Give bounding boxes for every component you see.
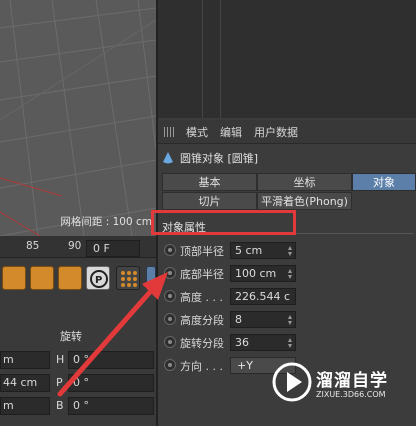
param-height-segments: 高度分段 8 [160, 309, 416, 331]
rotation-field[interactable]: 0 ° [68, 397, 154, 415]
tab-basic[interactable]: 基本 [162, 173, 257, 191]
timeline-tick: 90 [68, 240, 82, 252]
animate-radio-icon[interactable] [164, 359, 176, 371]
coord-row: 44 cm P 0 ° [0, 373, 156, 393]
menu-mode[interactable]: 模式 [186, 124, 208, 140]
cone-icon [163, 152, 173, 164]
grid-spacing-label: 网格间距 : 100 cm [60, 216, 152, 228]
parameter-key-icon[interactable]: P [86, 266, 110, 290]
rotation-segments-field[interactable]: 36 [230, 334, 296, 351]
svg-text:P: P [95, 275, 102, 286]
animate-radio-icon[interactable] [164, 267, 176, 279]
spinner-icon[interactable] [288, 246, 293, 256]
position-field[interactable]: 44 cm [0, 374, 50, 392]
param-label: 旋转分段 [180, 337, 224, 350]
highlight-box [151, 210, 296, 235]
param-label: 方向 . . . [180, 360, 223, 373]
watermark-subtext: ZIXUE.3D66.COM [316, 390, 386, 399]
rotation-section-label: 旋转 [60, 330, 82, 343]
rotation-field[interactable]: 0 ° [68, 374, 154, 392]
menu-edit[interactable]: 编辑 [220, 124, 242, 140]
coord-row: m H 0 ° [0, 350, 156, 370]
top-radius-field[interactable]: 5 cm [230, 242, 296, 259]
position-field[interactable]: m [0, 397, 50, 415]
height-field[interactable]: 226.544 c [230, 288, 296, 305]
bottom-radius-field[interactable]: 100 cm [230, 265, 296, 282]
watermark: 溜溜自学 ZIXUE.3D66.COM [272, 352, 412, 414]
watermark-logo-icon [272, 362, 312, 402]
param-label: 底部半径 [180, 268, 224, 281]
watermark-text: 溜溜自学 [316, 371, 388, 391]
layout-icon[interactable] [146, 266, 156, 290]
tab-object[interactable]: 对象 [352, 173, 416, 191]
axis-label: B [56, 399, 64, 412]
timeline-tick: 85 [26, 240, 40, 252]
menu-user-data[interactable]: 用户数据 [254, 124, 298, 140]
column-divider [220, 0, 221, 118]
height-segments-field[interactable]: 8 [230, 311, 296, 328]
grid-dots-icon[interactable] [116, 266, 140, 290]
column-divider [202, 0, 203, 118]
param-label: 顶部半径 [180, 245, 224, 258]
tab-slice[interactable]: 切片 [162, 192, 257, 210]
position-field[interactable]: m [0, 351, 50, 369]
auto-key-icon[interactable] [58, 266, 82, 290]
axis-label: P [56, 376, 63, 389]
object-title: 圆锥对象 [圆锥] [162, 148, 258, 168]
3d-viewport[interactable]: 网格间距 : 100 cm [0, 0, 156, 236]
keyframe-icon[interactable] [2, 266, 26, 290]
spinner-icon[interactable] [288, 338, 293, 348]
param-label: 高度分段 [180, 314, 224, 327]
spinner-icon[interactable] [288, 269, 293, 279]
axis-label: H [56, 353, 65, 366]
tab-coord[interactable]: 坐标 [257, 173, 352, 191]
object-title-text: 圆锥对象 [圆锥] [180, 152, 259, 165]
object-manager[interactable] [158, 0, 416, 118]
attribute-menubar: 模式 编辑 用户数据 [158, 120, 416, 144]
param-label: 高度 . . . [180, 291, 223, 304]
spinner-icon[interactable] [288, 315, 293, 325]
coord-row: m B 0 ° [0, 396, 156, 416]
tab-phong[interactable]: 平滑着色(Phong) [257, 192, 352, 210]
animate-radio-icon[interactable] [164, 290, 176, 302]
playback-toolbar: P [0, 262, 156, 294]
animate-radio-icon[interactable] [164, 336, 176, 348]
param-height: 高度 . . . 226.544 c [160, 286, 416, 308]
grip-icon[interactable] [164, 126, 176, 137]
viewport-grid [0, 0, 156, 236]
record-icon[interactable] [30, 266, 54, 290]
animate-radio-icon[interactable] [164, 313, 176, 325]
param-top-radius: 顶部半径 5 cm [160, 240, 416, 262]
param-bottom-radius: 底部半径 100 cm [160, 263, 416, 285]
param-rotation-segments: 旋转分段 36 [160, 332, 416, 354]
current-frame-field[interactable]: 0 F [86, 240, 140, 257]
rotation-field[interactable]: 0 ° [68, 351, 154, 369]
animate-radio-icon[interactable] [164, 244, 176, 256]
